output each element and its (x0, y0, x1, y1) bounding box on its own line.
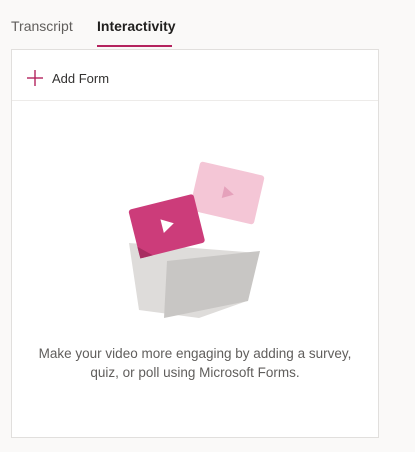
video-forms-illustration (128, 161, 265, 318)
tab-interactivity[interactable]: Interactivity (97, 17, 176, 35)
active-tab-indicator (97, 45, 172, 47)
add-form-button[interactable]: Add Form (26, 67, 109, 89)
interactivity-panel: Add Form Make your video more engaging b… (11, 49, 379, 438)
divider (12, 100, 378, 101)
tab-transcript[interactable]: Transcript (11, 17, 73, 35)
empty-state-message: Make your video more engaging by adding … (38, 346, 352, 380)
add-form-label: Add Form (52, 70, 110, 86)
plus-icon (27, 70, 43, 86)
tab-bar: Transcript Interactivity (0, 0, 415, 48)
